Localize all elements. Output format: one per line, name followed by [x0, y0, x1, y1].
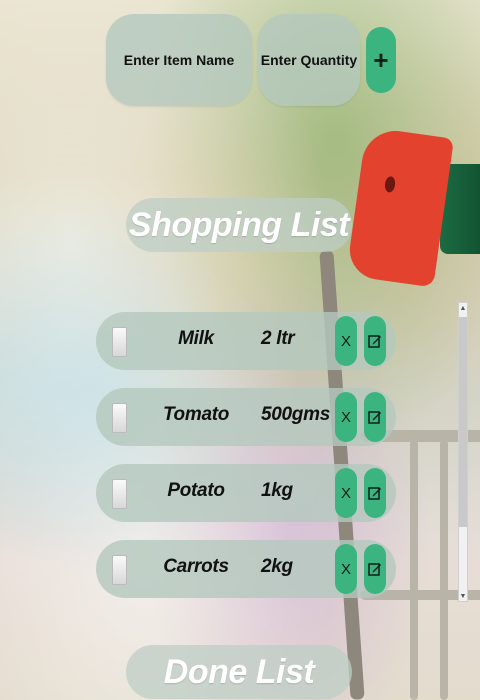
close-icon: X: [340, 332, 351, 350]
item-name-field[interactable]: [106, 14, 252, 106]
item-name-input[interactable]: [106, 51, 252, 69]
edit-item-button[interactable]: [364, 468, 386, 518]
close-icon: X: [340, 560, 351, 578]
list-scrollbar[interactable]: ▲ ▼: [458, 302, 468, 602]
cart-frame: [440, 440, 448, 700]
done-list-title: Done List: [126, 645, 352, 699]
edit-item-button[interactable]: [364, 544, 386, 594]
item-checkbox[interactable]: [112, 479, 127, 509]
plus-icon: +: [373, 44, 389, 75]
item-quantity: 2kg: [261, 556, 293, 577]
item-quantity: 2 ltr: [261, 328, 295, 349]
item-name: Carrots: [163, 556, 229, 577]
list-item: Milk 2 ltr X: [96, 312, 396, 370]
item-checkbox[interactable]: [112, 327, 127, 357]
scroll-up-icon[interactable]: ▲: [459, 303, 467, 313]
item-name: Tomato: [162, 404, 230, 425]
delete-item-button[interactable]: X: [335, 544, 357, 594]
close-icon: X: [340, 484, 351, 502]
item-checkbox[interactable]: [112, 555, 127, 585]
delete-item-button[interactable]: X: [335, 316, 357, 366]
close-icon: X: [340, 408, 351, 426]
shopping-list-title: Shopping List: [126, 198, 352, 252]
item-name: Potato: [167, 480, 225, 501]
scroll-thumb[interactable]: [459, 317, 467, 527]
list-item: Tomato 500gms X: [96, 388, 396, 446]
list-item: Carrots 2kg X: [96, 540, 396, 598]
item-quantity: 500gms: [261, 404, 330, 425]
item-name: Milk: [178, 328, 214, 349]
delete-item-button[interactable]: X: [335, 468, 357, 518]
add-item-button[interactable]: +: [366, 27, 396, 93]
delete-item-button[interactable]: X: [335, 392, 357, 442]
edit-icon: [368, 487, 381, 500]
scroll-down-icon[interactable]: ▼: [459, 591, 467, 601]
edit-item-button[interactable]: [364, 316, 386, 366]
edit-item-button[interactable]: [364, 392, 386, 442]
quantity-input[interactable]: [258, 51, 360, 69]
cart-frame: [410, 440, 418, 700]
list-item: Potato 1kg X: [96, 464, 396, 522]
edit-icon: [368, 335, 381, 348]
edit-icon: [368, 563, 381, 576]
edit-icon: [368, 411, 381, 424]
quantity-field[interactable]: [258, 14, 360, 106]
item-quantity: 1kg: [261, 480, 293, 501]
item-checkbox[interactable]: [112, 403, 127, 433]
